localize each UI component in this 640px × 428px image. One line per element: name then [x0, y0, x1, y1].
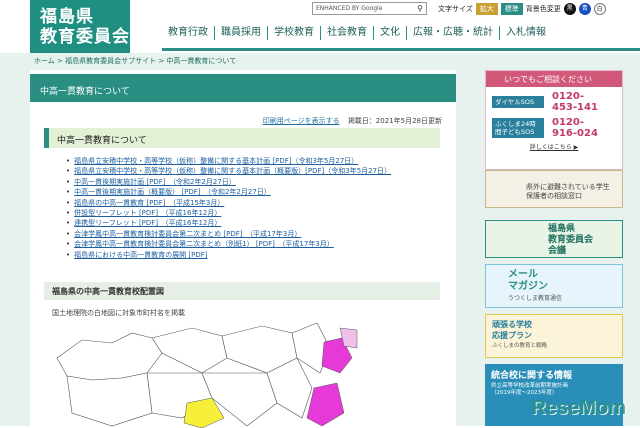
published-date: 掲載日：2021年5月28日更新 — [347, 117, 442, 125]
document-link-list: 福島県立安積中学校・高等学校（仮称）整備に関する基本計画 [PDF]（令和3年5… — [66, 156, 391, 260]
page-title: 中高一貫教育について — [30, 74, 456, 102]
nav-item[interactable]: 入札情報 — [499, 26, 552, 40]
color-black-button[interactable]: 黒 — [563, 2, 576, 15]
school-support-banner[interactable]: 頑張る学校 応援プラン ふくしまの教育と戦略 — [485, 314, 623, 358]
map-region — [151, 327, 228, 374]
nav-underline — [162, 48, 640, 51]
details-link[interactable]: 詳しくはこちら ▶ — [486, 142, 622, 151]
doc-link[interactable]: 会津学鳳中高一貫教育検討委員会第二次まとめ（別紙1） [PDF] （平成17年3… — [66, 239, 391, 249]
banner-text: 統合校に関する情報 県立高等学校改革前期実施計画（2019年度〜2023年度） — [491, 371, 573, 396]
banner-text: メール マガジン うつくしま教育通信 — [508, 269, 563, 302]
nav-item[interactable]: 職員採用 — [214, 26, 267, 40]
doc-link[interactable]: 中高一貫後期実施計画（概要版） [PDF] （令和2年2月27日） — [66, 187, 391, 197]
banner-text: 県外に避難されている学生保護者の相談窓口 — [526, 183, 610, 200]
banner-text: 頑張る学校 応援プラン ふくしまの教育と戦略 — [492, 320, 548, 349]
doc-link[interactable]: 福島県の中高一貫教育 [PDF] （平成15年3月） — [66, 198, 391, 208]
site-logo[interactable]: 福島県 教育委員会 — [30, 0, 130, 53]
sos-label: ダイヤルSOS — [492, 96, 544, 108]
text-size-label: 文字サイズ — [438, 4, 473, 13]
main-content: 中高一貫教育について 印刷用ページを表示する 掲載日：2021年5月28日更新 … — [30, 70, 456, 428]
map-region — [66, 372, 153, 427]
global-nav: 教育行政 職員採用 学校教育 社会教育 文化 広報・広聴・統計 入札情報 — [162, 26, 640, 40]
search-icon[interactable]: ⚲ — [417, 4, 423, 13]
color-blue-button[interactable]: 青 — [578, 2, 591, 15]
sos-number: 0120- 453-141 — [552, 91, 598, 113]
nav-item[interactable]: 学校教育 — [267, 26, 320, 40]
map-highlight-magenta — [306, 382, 345, 427]
sos-row[interactable]: ダイヤルSOS 0120- 453-141 — [486, 87, 622, 113]
consult-header: いつでもご相談ください — [486, 71, 622, 87]
doc-link[interactable]: 福島県立安積中学校・高等学校（仮称）整備に関する基本計画 [PDF]（令和3年5… — [66, 156, 391, 166]
standard-button[interactable]: 標準 — [500, 2, 523, 15]
search-input[interactable]: ENHANCED BY Google ⚲ — [312, 2, 427, 15]
prefecture-map — [56, 322, 358, 428]
breadcrumb[interactable]: ホーム > 福島県教育委員会サブサイト > 中高一貫教育について — [34, 56, 236, 66]
bg-color-label: 背景色変更 — [525, 4, 561, 13]
doc-link[interactable]: 連携型リーフレット [PDF] （平成16年12月） — [66, 218, 391, 228]
sos-row[interactable]: ふくしま24時間子どもSOS 0120- 916-024 — [486, 113, 622, 139]
color-white-button[interactable]: 白 — [593, 2, 606, 15]
banner-text: 福島県 教育委員会 会議 — [548, 224, 594, 256]
doc-link[interactable]: 福島県における中高一貫教育の展開 [PDF] — [66, 250, 391, 260]
consultation-box: いつでもご相談ください ダイヤルSOS 0120- 453-141 ふくしま24時… — [485, 70, 623, 170]
map-note: 国土地理院の白地図に対象市町村名を掲載 — [52, 309, 185, 317]
board-meeting-banner[interactable]: 福島県 教育委員会 会議 — [485, 220, 623, 258]
search-label: ENHANCED BY Google — [316, 5, 383, 12]
mail-magazine-banner[interactable]: メール マガジン うつくしま教育通信 — [485, 264, 623, 308]
doc-link[interactable]: 会津学鳳中高一貫教育検討委員会第二次まとめ [PDF] （平成17年3月） — [66, 229, 391, 239]
watermark: ReseMom — [531, 397, 626, 419]
nav-item[interactable]: 社会教育 — [320, 26, 373, 40]
logo-line2: 教育委員会 — [40, 27, 130, 47]
doc-link[interactable]: 中高一貫後期実施計画 [PDF] （令和2年2月27日） — [66, 177, 391, 187]
evacuee-consult-banner[interactable]: 県外に避難されている学生保護者の相談窓口 — [485, 170, 623, 208]
nav-item[interactable]: 文化 — [373, 26, 406, 40]
enlarge-button[interactable]: 拡大 — [475, 2, 498, 15]
nav-item[interactable]: 広報・広聴・統計 — [406, 26, 499, 40]
utility-bar: ENHANCED BY Google ⚲ 文字サイズ 拡大 標準 背景色変更 黒 … — [312, 2, 606, 15]
map-section-heading: 福島県の中高一貫教育校配置図 — [44, 282, 440, 300]
doc-link[interactable]: 福島県立安積中学校・高等学校（仮称）整備に関する基本計画（概要版）[PDF]（令… — [66, 166, 391, 176]
nav-item[interactable]: 教育行政 — [162, 26, 214, 40]
logo-line1: 福島県 — [40, 7, 94, 27]
section-heading: 中高一貫教育について — [44, 128, 440, 148]
print-link[interactable]: 印刷用ページを表示する — [263, 117, 340, 125]
doc-link[interactable]: 併設型リーフレット [PDF] （平成16年12月） — [66, 208, 391, 218]
page-meta: 印刷用ページを表示する 掲載日：2021年5月28日更新 — [30, 116, 442, 126]
sos-label: ふくしま24時間子どもSOS — [492, 118, 544, 138]
sos-number: 0120- 916-024 — [552, 117, 598, 139]
